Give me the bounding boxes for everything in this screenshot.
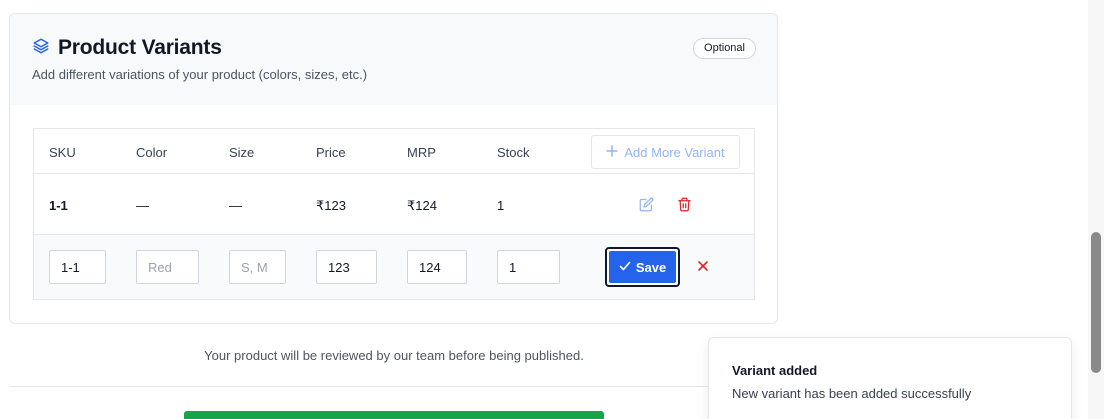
toast-description: New variant has been added successfully xyxy=(732,386,972,401)
variants-table: SKU Color Size Price MRP Stock Add More … xyxy=(33,128,755,300)
save-button-inner: Save xyxy=(609,251,676,283)
toast-title: Variant added xyxy=(732,363,818,378)
review-notice: Your product will be reviewed by our tea… xyxy=(204,348,584,363)
section-subtitle: Add different variations of your product… xyxy=(32,67,368,82)
sku-input[interactable] xyxy=(49,250,106,284)
stock-input[interactable] xyxy=(497,250,560,284)
product-variants-card: Product Variants Add different variation… xyxy=(9,13,778,324)
price-input[interactable] xyxy=(316,250,377,284)
header-color: Color xyxy=(136,145,168,160)
cell-color: — xyxy=(136,198,149,213)
table-row: 1-1 — — ₹123 ₹124 1 xyxy=(34,174,754,235)
mrp-input[interactable] xyxy=(407,250,467,284)
edit-variant-row: Save xyxy=(34,235,754,299)
trash-icon[interactable] xyxy=(675,195,693,213)
optional-badge: Optional xyxy=(693,38,756,59)
page: Product Variants Add different variation… xyxy=(0,0,1104,419)
cell-mrp: ₹124 xyxy=(407,198,437,213)
scrollbar-thumb[interactable] xyxy=(1091,232,1101,373)
save-button[interactable]: Save xyxy=(605,247,680,287)
toast-notification: Variant added New variant has been added… xyxy=(708,337,1072,419)
edit-icon[interactable] xyxy=(637,195,655,213)
cell-sku: 1-1 xyxy=(49,198,68,213)
color-input[interactable] xyxy=(136,250,199,284)
header-stock: Stock xyxy=(497,145,530,160)
plus-icon xyxy=(606,144,619,160)
divider xyxy=(9,386,709,387)
cell-price: ₹123 xyxy=(316,198,346,213)
layers-icon xyxy=(32,37,50,60)
add-more-variant-label: Add More Variant xyxy=(624,144,725,160)
add-more-variant-button[interactable]: Add More Variant xyxy=(591,135,740,169)
submit-button[interactable] xyxy=(184,411,604,419)
header-size: Size xyxy=(229,145,255,160)
check-icon xyxy=(619,260,631,275)
save-label: Save xyxy=(635,259,667,275)
header-sku: SKU xyxy=(49,145,76,160)
header-price: Price xyxy=(316,145,346,160)
cell-size: — xyxy=(229,198,242,213)
header-mrp: MRP xyxy=(407,145,436,160)
card-header: Product Variants Add different variation… xyxy=(10,14,777,105)
title-row: Product Variants xyxy=(32,36,222,60)
section-title: Product Variants xyxy=(58,36,222,59)
close-icon[interactable] xyxy=(695,258,711,274)
size-input[interactable] xyxy=(229,250,286,284)
cell-stock: 1 xyxy=(497,198,505,213)
table-header-row: SKU Color Size Price MRP Stock Add More … xyxy=(34,129,754,174)
